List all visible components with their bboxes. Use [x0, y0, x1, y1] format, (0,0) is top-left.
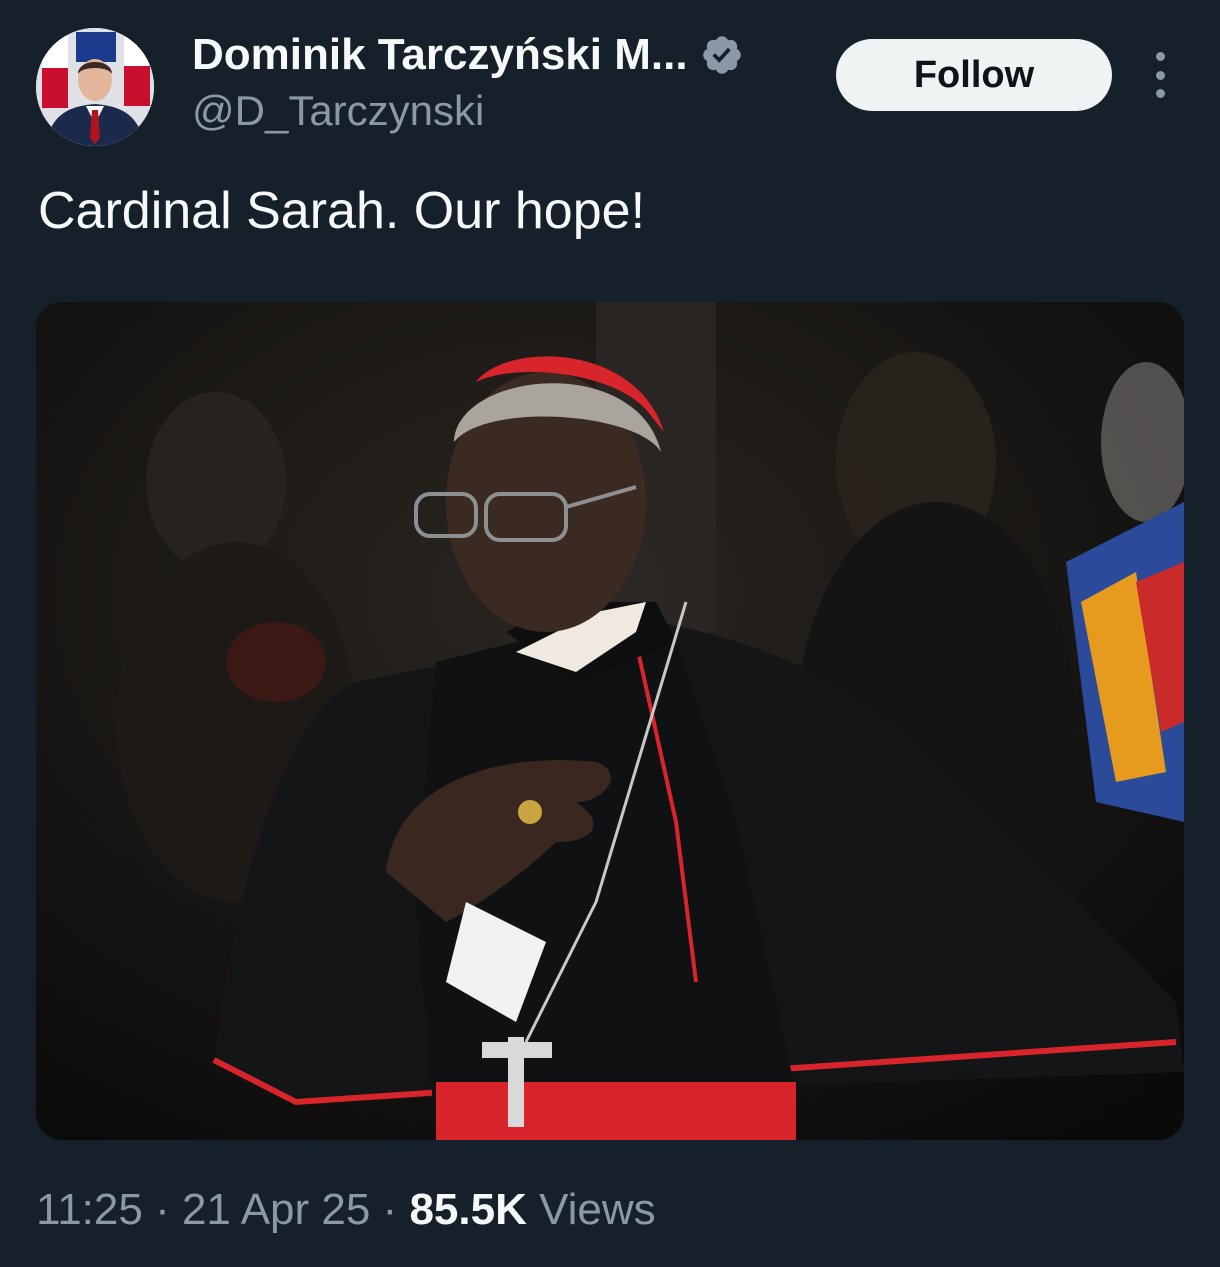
tweet: Dominik Tarczyński M... @D_Tarczynski Fo…	[0, 0, 1220, 1267]
verified-badge-icon[interactable]	[700, 33, 744, 77]
author-display-name[interactable]: Dominik Tarczyński M...	[192, 30, 688, 80]
author-avatar[interactable]	[36, 28, 154, 146]
tweet-text: Cardinal Sarah. Our hope!	[38, 182, 646, 240]
author-handle[interactable]: @D_Tarczynski	[192, 86, 484, 136]
tweet-meta: 11:25 · 21 Apr 25 · 85.5K Views	[36, 1182, 656, 1238]
views-label: Views	[526, 1185, 656, 1234]
more-dots-icon[interactable]	[1140, 52, 1180, 98]
follow-button[interactable]: Follow	[836, 39, 1112, 111]
tweet-time[interactable]: 11:25	[36, 1185, 143, 1234]
tweet-photo[interactable]	[36, 302, 1184, 1140]
meta-separator: ·	[142, 1185, 182, 1234]
meta-separator: ·	[370, 1185, 410, 1234]
author-name-row: Dominik Tarczyński M...	[192, 30, 744, 80]
views-count: 85.5K	[409, 1185, 527, 1234]
tweet-date[interactable]: 21 Apr 25	[182, 1185, 370, 1234]
